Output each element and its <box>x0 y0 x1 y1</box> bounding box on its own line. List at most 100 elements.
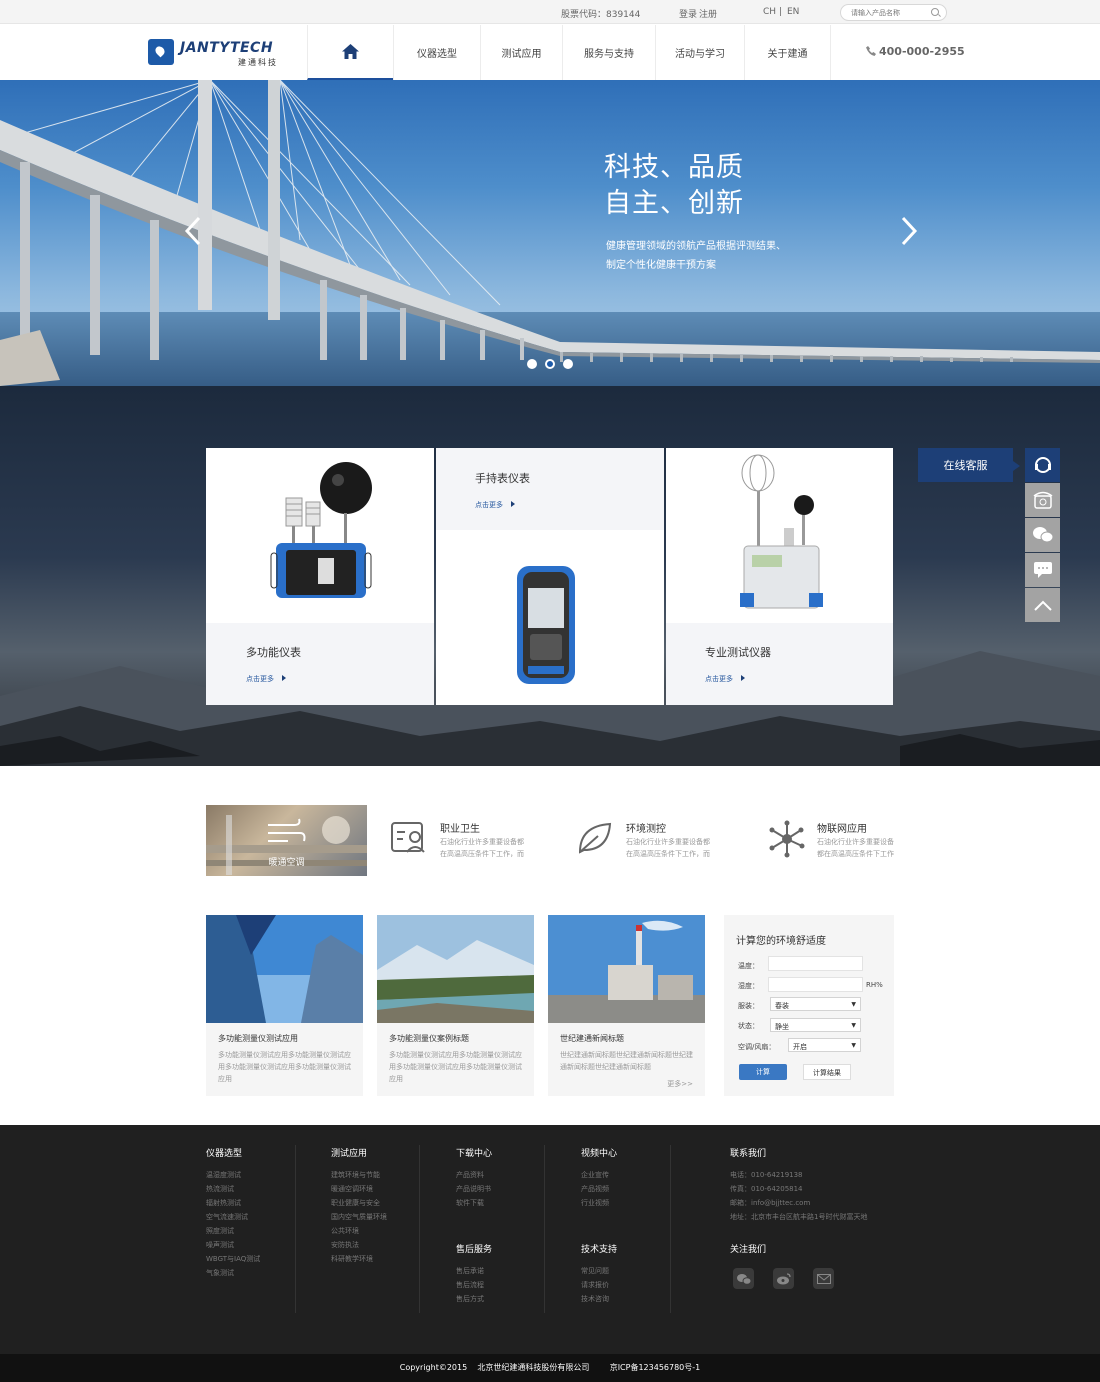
footer-link[interactable]: 空气流速测试 <box>206 1210 260 1224</box>
footer-link[interactable]: 软件下载 <box>456 1196 492 1210</box>
nav-item-service[interactable]: 服务与支持 <box>562 25 655 80</box>
footer-link[interactable]: 照度测试 <box>206 1224 260 1238</box>
footer-link[interactable]: 辐射热测试 <box>206 1196 260 1210</box>
footer-link[interactable]: 请求报价 <box>581 1278 617 1292</box>
back-to-top-icon[interactable] <box>1025 588 1060 622</box>
hero-banner: 科技、品质 自主、创新 健康管理领域的领航产品根据评测结果、 制定个性化健康干预… <box>0 80 1100 386</box>
calculator-title: 计算您的环境舒适度 <box>736 936 826 947</box>
humidity-input[interactable] <box>768 977 863 992</box>
search-input[interactable] <box>851 9 931 17</box>
prev-slide-arrow-icon[interactable] <box>184 216 204 246</box>
news-card[interactable]: 世纪建通新闻标题 世纪建通新闻标题世纪建通新闻标题世纪建通新闻标题世纪建通新闻标… <box>548 915 705 1096</box>
slide-dot-active[interactable] <box>545 359 555 369</box>
nav-item-about[interactable]: 关于建通 <box>744 25 831 80</box>
arrow-right-icon <box>511 501 515 507</box>
telephone-icon[interactable] <box>1025 483 1060 517</box>
footer-link[interactable]: 售后承诺 <box>456 1264 492 1278</box>
top-bar: 股票代码：839144 登录 注册 CH | EN <box>0 0 1100 24</box>
product-card-handheld[interactable]: 手持表仪表 点击更多 <box>436 448 664 705</box>
phone-icon <box>866 46 876 56</box>
state-select[interactable]: 静坐 <box>770 1018 861 1032</box>
weibo-social-icon[interactable] <box>773 1268 794 1289</box>
footer-col-tech-support: 技术支持 常见问题 请求报价 技术咨询 <box>581 1242 617 1306</box>
product-card-multifunction[interactable]: 多功能仪表 点击更多 <box>206 448 434 705</box>
stock-code: 股票代码：839144 <box>561 10 641 20</box>
copyright-bar: Copyright©2015 北京世纪建通科技股份有限公司 京ICP备12345… <box>0 1354 1100 1382</box>
login-link[interactable]: 登录 <box>679 7 697 20</box>
product-more-link[interactable]: 点击更多 <box>246 674 286 684</box>
footer-link[interactable]: 售后方式 <box>456 1292 492 1306</box>
wechat-icon[interactable] <box>1025 518 1060 552</box>
slide-dot[interactable] <box>527 359 537 369</box>
footer-link[interactable]: 温湿度测试 <box>206 1168 260 1182</box>
footer-link[interactable]: 职业健康与安全 <box>331 1196 387 1210</box>
footer-link[interactable]: 国内空气质量环境 <box>331 1210 387 1224</box>
footer-link[interactable]: 安防执法 <box>331 1238 387 1252</box>
footer-link[interactable]: 暖通空调环境 <box>331 1182 387 1196</box>
result-button[interactable]: 计算结果 <box>803 1064 851 1080</box>
register-link[interactable]: 注册 <box>699 7 717 20</box>
category-hvac[interactable]: 暖通空调 <box>206 805 367 876</box>
news-title: 多功能测量仪案例标题 <box>389 1034 469 1043</box>
ac-select[interactable]: 开启 <box>788 1038 861 1052</box>
message-icon[interactable] <box>1025 553 1060 587</box>
clothing-select[interactable]: 春装 <box>770 997 861 1011</box>
more-text: 点击更多 <box>246 675 274 683</box>
category-desc: 石油化行业许多重要设备都在高温高压条件下工作，而 <box>626 838 710 858</box>
product-card-professional[interactable]: 专业测试仪器 点击更多 <box>666 448 893 705</box>
lang-separator: | <box>779 7 783 17</box>
product-card-footer <box>206 623 434 705</box>
contact-email[interactable]: 邮箱：info@bjjttec.com <box>730 1196 867 1210</box>
footer-link[interactable]: 公共环境 <box>331 1224 387 1238</box>
wechat-social-icon[interactable] <box>733 1268 754 1289</box>
news-more-link[interactable]: 更多>> <box>667 1079 693 1089</box>
state-label: 状态： <box>738 1022 759 1030</box>
logo-text-cn: 建通科技 <box>238 58 278 67</box>
handheld-meter-image <box>517 566 575 684</box>
lang-cn-link[interactable]: CH <box>763 7 776 17</box>
category-hvac-label: 暖通空调 <box>268 858 305 868</box>
leaf-icon <box>578 822 612 854</box>
nav-home[interactable] <box>307 25 393 80</box>
nav-item-events[interactable]: 活动与学习 <box>655 25 744 80</box>
footer-follow: 关注我们 <box>730 1242 766 1264</box>
logo[interactable]: JANTYTECH 建通科技 <box>148 39 283 67</box>
email-social-icon[interactable] <box>813 1268 834 1289</box>
footer-link[interactable]: 科研教学环境 <box>331 1252 387 1266</box>
nav-item-instruments[interactable]: 仪器选型 <box>393 25 480 80</box>
footer-link[interactable]: 产品资料 <box>456 1168 492 1182</box>
footer-col-after-sales: 售后服务 售后承诺 售后流程 售后方式 <box>456 1242 492 1306</box>
footer-link[interactable]: 售后流程 <box>456 1278 492 1292</box>
footer-link[interactable]: 热流测试 <box>206 1182 260 1196</box>
footer-link[interactable]: 噪声测试 <box>206 1238 260 1252</box>
product-more-link[interactable]: 点击更多 <box>475 500 515 510</box>
news-card[interactable]: 多功能测量仪测试应用 多功能测量仪测试应用多功能测量仪测试应用多功能测量仪测试应… <box>206 915 363 1096</box>
footer-link[interactable]: 技术咨询 <box>581 1292 617 1306</box>
professional-instrument-image <box>740 454 823 609</box>
footer-link[interactable]: 产品说明书 <box>456 1182 492 1196</box>
footer-link[interactable]: 常见问题 <box>581 1264 617 1278</box>
footer-link[interactable]: 建筑环境与节能 <box>331 1168 387 1182</box>
news-title: 多功能测量仪测试应用 <box>218 1034 298 1043</box>
calculate-button[interactable]: 计算 <box>739 1064 787 1080</box>
product-more-link[interactable]: 点击更多 <box>705 674 745 684</box>
news-card[interactable]: 多功能测量仪案例标题 多功能测量仪测试应用多功能测量仪测试应用多功能测量仪测试应… <box>377 915 534 1096</box>
river-photo <box>377 915 534 1023</box>
nav-item-applications[interactable]: 测试应用 <box>480 25 562 80</box>
logo-text-en: JANTYTECH <box>180 40 274 56</box>
footer-link[interactable]: WBGT与IAQ测试 <box>206 1252 260 1266</box>
ac-label: 空调/风扇： <box>738 1043 776 1051</box>
customer-service-icon[interactable] <box>1025 448 1060 482</box>
footer-link[interactable]: 气象测试 <box>206 1266 260 1280</box>
slide-dot[interactable] <box>563 359 573 369</box>
next-slide-arrow-icon[interactable] <box>898 216 918 246</box>
temperature-input[interactable] <box>768 956 863 971</box>
lang-en-link[interactable]: EN <box>787 7 799 17</box>
search-icon[interactable] <box>931 8 939 16</box>
footer-link[interactable]: 企业宣传 <box>581 1168 617 1182</box>
comfort-calculator: 计算您的环境舒适度 温度： 湿度： RH% 服装： 春装 状态： 静坐 空调/风… <box>724 915 894 1096</box>
online-service-button[interactable]: 在线客服 <box>918 448 1020 482</box>
footer-link[interactable]: 行业视频 <box>581 1196 617 1210</box>
product-title: 专业测试仪器 <box>705 646 771 659</box>
footer-link[interactable]: 产品视频 <box>581 1182 617 1196</box>
